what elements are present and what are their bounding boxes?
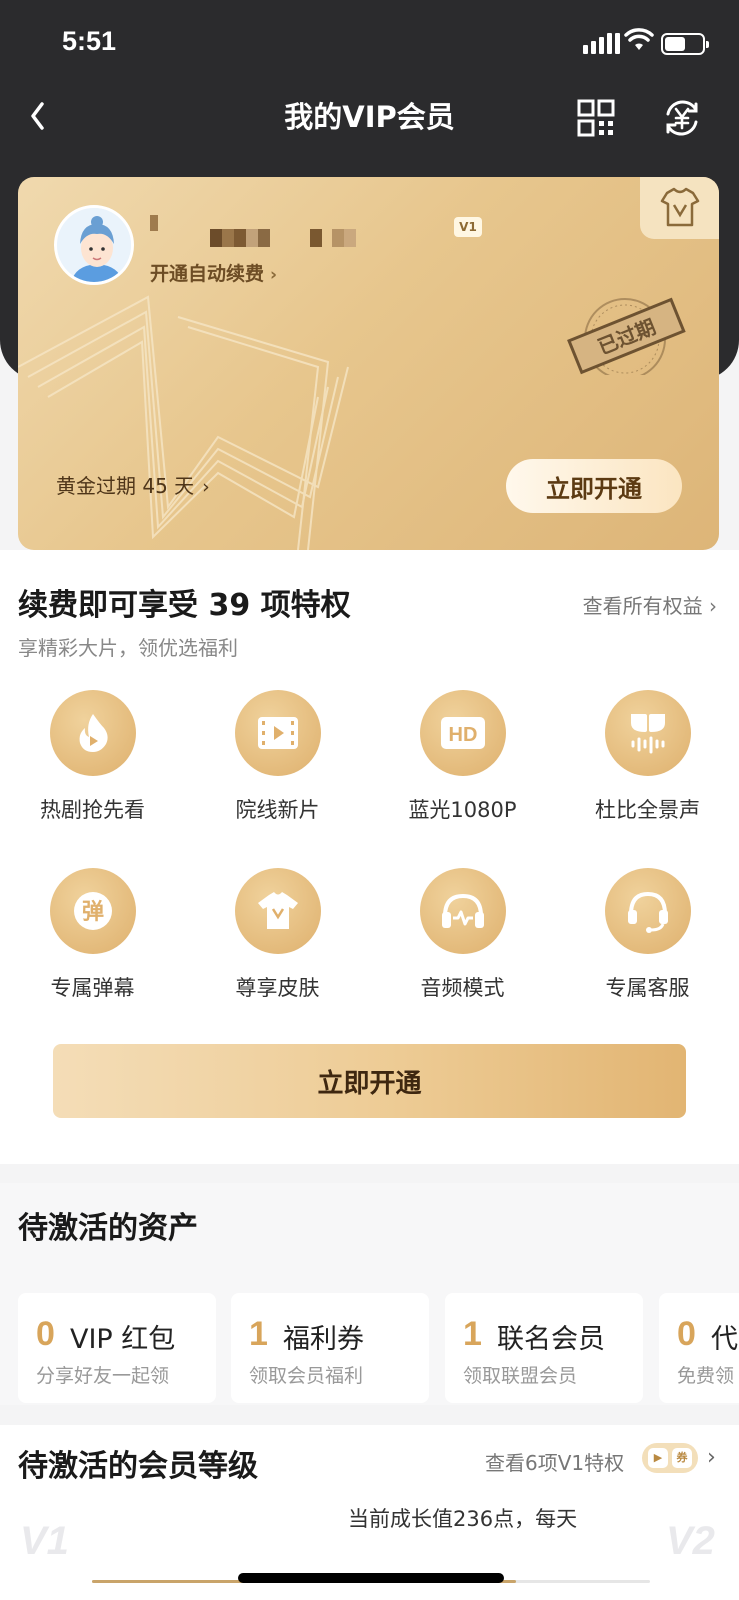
svg-text:弹: 弹	[81, 900, 103, 925]
hd-icon: HD	[419, 690, 506, 776]
privileges-subtitle: 享精彩大片，领优选福利	[18, 636, 238, 660]
skin-tab[interactable]	[640, 177, 719, 239]
tshirt-icon	[234, 868, 321, 954]
view-all-benefits-label: 查看所有权益	[582, 594, 703, 618]
assets-title: 待激活的资产	[18, 1211, 198, 1246]
view-all-benefits-link[interactable]: 查看所有权益 ›	[583, 590, 717, 619]
fire-play-icon	[49, 690, 136, 776]
chevron-right-icon: ›	[270, 265, 278, 285]
privilege-label: 杜比全景声	[595, 798, 700, 822]
auto-renew-label: 开通自动续费	[150, 263, 265, 285]
view-level-privileges-link[interactable]: 查看6项V1特权	[485, 1447, 624, 1476]
privilege-label: 热剧抢先看	[40, 798, 145, 822]
asset-count: 1	[463, 1315, 482, 1353]
privilege-item[interactable]: 音频模式	[370, 868, 555, 1002]
asset-card[interactable]: 0 代 免费领	[659, 1293, 739, 1403]
qr-code-icon[interactable]	[576, 98, 616, 138]
privilege-item[interactable]: 尊享皮肤	[185, 868, 370, 1002]
expired-stamp: 已过期	[563, 295, 689, 380]
danmaku-icon: 弹	[49, 868, 136, 954]
growth-value-text: 当前成长值236点，每天	[348, 1507, 578, 1531]
level-badge: V1	[454, 217, 482, 237]
vip-card: V1 开通自动续费 › 已过期 黄金过期 45 天 › 立即开通	[18, 177, 719, 550]
currency-exchange-icon[interactable]	[660, 96, 704, 140]
page-title: 我的VIP会员	[284, 100, 455, 134]
headset-icon	[604, 868, 691, 954]
gold-expired-link[interactable]: 黄金过期 45 天 ›	[56, 470, 210, 499]
avatar[interactable]	[54, 205, 134, 285]
privilege-label: 专属客服	[605, 976, 690, 1000]
battery-level	[665, 37, 685, 51]
privilege-item[interactable]: 院线新片	[185, 690, 370, 824]
asset-card[interactable]: 1 福利券 领取会员福利	[231, 1293, 429, 1403]
username-blurred	[150, 215, 158, 235]
privilege-item[interactable]: HD 蓝光1080P	[370, 690, 555, 824]
svg-text:HD: HD	[448, 724, 477, 746]
privileges-section: 续费即可享受 39 项特权 查看所有权益 › 享精彩大片，领优选福利 热剧抢先看…	[0, 550, 739, 1164]
asset-card[interactable]: 0 VIP 红包 分享好友一起领	[18, 1293, 216, 1403]
privileges-title: 续费即可享受 39 项特权	[18, 588, 351, 623]
asset-desc: 免费领	[677, 1365, 735, 1387]
asset-name: 代	[711, 1324, 738, 1355]
home-indicator[interactable]	[238, 1573, 504, 1583]
wifi-icon	[624, 28, 654, 50]
chevron-right-icon: ›	[202, 476, 210, 498]
coupon-icon: 券	[672, 1448, 692, 1468]
asset-desc: 分享好友一起领	[36, 1365, 170, 1387]
current-level-label: V1	[20, 1519, 69, 1563]
privilege-label: 蓝光1080P	[408, 798, 517, 822]
asset-count: 1	[249, 1315, 268, 1353]
level-privilege-icons: ▶ 券	[642, 1443, 698, 1473]
asset-name: VIP 红包	[70, 1324, 176, 1355]
privilege-item[interactable]: 专属客服	[555, 868, 739, 1002]
privilege-item[interactable]: 热剧抢先看	[0, 690, 185, 824]
asset-count: 0	[677, 1315, 696, 1353]
status-time: 5:51	[62, 26, 117, 56]
assets-section: 待激活的资产 0 VIP 红包 分享好友一起领 1 福利券 领取会员福利 1 联…	[0, 1183, 739, 1405]
privilege-label: 专属弹幕	[50, 976, 135, 1000]
chevron-right-icon[interactable]: ›	[707, 1445, 716, 1470]
levels-title: 待激活的会员等级	[18, 1449, 258, 1484]
chevron-right-icon: ›	[709, 594, 717, 618]
card-open-button[interactable]: 立即开通	[506, 459, 682, 513]
cellular-signal-icon	[583, 30, 620, 54]
film-icon	[234, 690, 321, 776]
headphones-icon	[419, 868, 506, 954]
asset-desc: 领取联盟会员	[463, 1365, 578, 1387]
tshirt-icon	[660, 187, 700, 227]
open-vip-button[interactable]: 立即开通	[53, 1044, 686, 1118]
auto-renew-link[interactable]: 开通自动续费 ›	[150, 259, 277, 286]
gold-expired-text: 黄金过期 45 天	[56, 474, 195, 498]
privilege-item[interactable]: 杜比全景声	[555, 690, 739, 824]
privilege-item[interactable]: 弹 专属弹幕	[0, 868, 185, 1002]
status-bar: 5:51	[0, 0, 739, 88]
asset-name: 福利券	[283, 1324, 364, 1355]
privilege-label: 尊享皮肤	[235, 976, 320, 1000]
nav-bar: 我的VIP会员	[0, 88, 739, 148]
privilege-label: 音频模式	[420, 976, 505, 1000]
battery-icon	[661, 33, 709, 55]
privilege-label: 院线新片	[235, 798, 320, 822]
play-icon: ▶	[648, 1448, 668, 1468]
asset-count: 0	[36, 1315, 55, 1353]
username-blurred	[210, 229, 356, 249]
next-level-label: V2	[666, 1519, 715, 1563]
asset-card[interactable]: 1 联名会员 领取联盟会员	[445, 1293, 643, 1403]
asset-desc: 领取会员福利	[249, 1365, 364, 1387]
asset-name: 联名会员	[497, 1324, 605, 1355]
dolby-icon	[604, 690, 691, 776]
